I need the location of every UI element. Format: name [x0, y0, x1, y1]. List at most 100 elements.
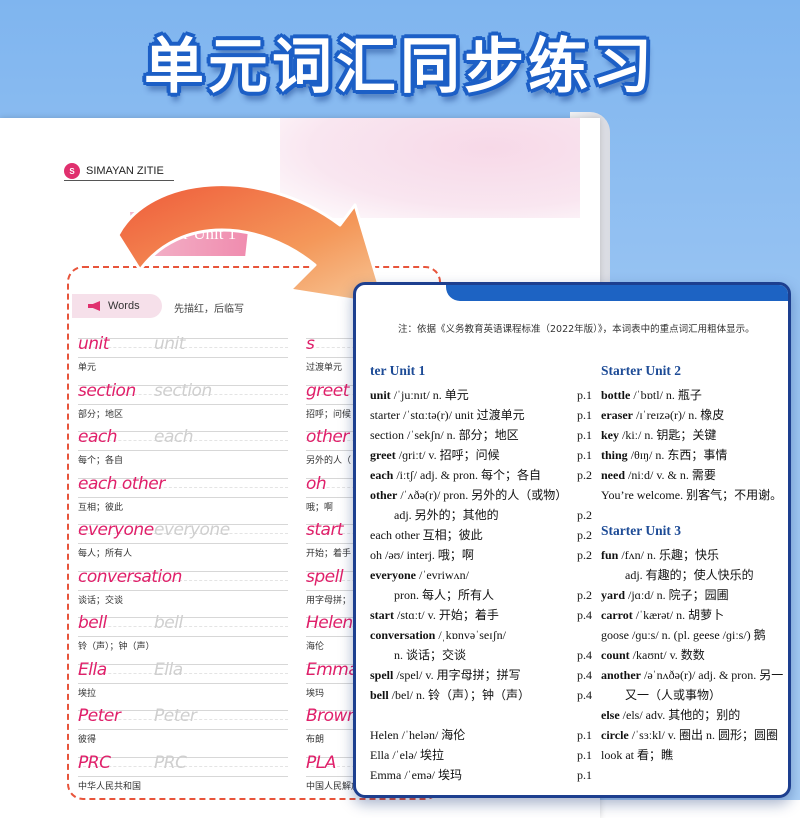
- practice-translation: 招呼；问候: [306, 409, 352, 420]
- vocabulary-card: 注：依据《义务教育英语课程标准（2022年版）》，本词表中的重点词汇用粗体显示。…: [353, 282, 791, 798]
- vocab-definition: /jɑːd/ n. 院子；园圃: [625, 588, 729, 602]
- vocab-entry: bell /bel/ n. 铃（声）；钟（声） p.4: [370, 685, 592, 705]
- trace-word: each: [154, 427, 194, 447]
- vocab-entry: everyone /ˈevriwʌn/: [370, 565, 592, 585]
- practice-row: PLA 中国人民解放军: [306, 753, 376, 799]
- vocab-entry: bottle /ˈbɒtl/ n. 瓶子: [601, 385, 788, 405]
- trace-word: Ella: [154, 659, 183, 680]
- vocab-entry: each /iːtʃ/ adj. & pron. 每个；各自 p.2: [370, 465, 592, 485]
- practice-row: other 另外的人（: [306, 427, 376, 473]
- vocab-entry: each other 互相；彼此 p.2: [370, 525, 592, 545]
- practice-word: Ella: [78, 659, 107, 680]
- practice-translation: 单元: [78, 363, 97, 373]
- vocab-entry: greet /ɡriːt/ v. 招呼；问候 p.1: [370, 445, 592, 465]
- vocab-definition: /bel/ n. 铃（声）；钟（声）: [388, 688, 531, 702]
- vocab-entry: count /kaʊnt/ v. 数数: [601, 645, 788, 665]
- vocab-definition: section /ˈsekʃn/ n. 部分；地区: [370, 428, 519, 442]
- page-ref: p.4: [577, 648, 592, 662]
- vocab-definition: Ella /ˈelə/ 埃拉: [370, 748, 444, 762]
- practice-row: Peter Peter 彼得: [78, 706, 293, 752]
- practice-word: PRC: [78, 752, 111, 773]
- card-note: 注：依据《义务教育英语课程标准（2022年版）》，本词表中的重点词汇用粗体显示。: [398, 324, 755, 335]
- practice-row: section section 部分；地区: [78, 381, 293, 427]
- practice-row: Emma 埃玛: [306, 660, 376, 706]
- practice-row: each each 每个；各自: [78, 427, 293, 473]
- page-ref: p.1: [577, 748, 592, 762]
- vocab-entry: oh /əʊ/ interj. 哦；啊 p.2: [370, 545, 592, 565]
- practice-translation: 布朗: [306, 735, 325, 745]
- vocab-entry: carrot /ˈkærət/ n. 胡萝卜: [601, 605, 788, 625]
- page-ref: p.4: [577, 668, 592, 682]
- page-ref: p.1: [577, 428, 592, 442]
- vocab-headword: circle: [601, 728, 629, 742]
- page-ref: p.1: [577, 448, 592, 462]
- vocab-definition: Emma /ˈemə/ 埃玛: [370, 768, 462, 782]
- vocab-headword: each: [370, 468, 394, 482]
- practice-translation: 埃拉: [78, 688, 97, 699]
- trace-word: everyone: [154, 520, 230, 540]
- practice-word: each other: [78, 473, 165, 494]
- practice-translation: 彼得: [78, 735, 97, 745]
- practice-word: everyone: [78, 520, 154, 540]
- practice-translation: 谈话；交谈: [78, 595, 124, 606]
- vocab-definition: /ˈʌðə(r)/ pron. 另外的人（或物）: [397, 488, 568, 502]
- vocab-headword: greet: [370, 448, 396, 462]
- practice-row: oh 哦；啊: [306, 474, 376, 520]
- vocab-definition: Helen /ˈhelən/ 海伦: [370, 728, 466, 742]
- brand-logo-icon: S: [64, 163, 80, 179]
- page-ref: p.1: [577, 388, 592, 402]
- unit-heading: Starter Unit 2: [601, 363, 681, 378]
- practice-row: everyone everyone 每人；所有人: [78, 520, 293, 566]
- practice-word: start: [306, 520, 344, 540]
- vocab-headword: other: [370, 488, 398, 502]
- vocab-headword: need: [601, 468, 625, 482]
- vocab-definition: /ˈkærət/ n. 胡萝卜: [632, 608, 725, 622]
- page-ref: p.4: [577, 688, 592, 702]
- practice-translation: 另外的人（: [306, 456, 352, 466]
- practice-word: unit: [78, 334, 109, 354]
- vocab-definition: each other 互相；彼此: [370, 528, 483, 542]
- vocab-definition: /ɡriːt/ v. 招呼；问候: [395, 448, 500, 462]
- vocab-entry: another /əˈnʌðə(r)/ adj. & pron. 另一: [601, 665, 788, 685]
- vocab-entry: goose /ɡuːs/ n. (pl. geese /ɡiːs/) 鹅: [601, 625, 788, 645]
- practice-translation: 每人；所有人: [78, 549, 133, 559]
- vocab-definition: You’re welcome. 别客气；不用谢。: [601, 488, 783, 502]
- vocab-headword: bottle: [601, 388, 631, 402]
- vocab-entry: n. 谈话；交谈 p.4: [370, 645, 592, 665]
- practice-translation: 铃（声）；钟（声）: [78, 642, 155, 652]
- vocab-definition: /ˈsɜːkl/ v. 圈出 n. 圆形；圆圈: [628, 728, 779, 742]
- vocab-definition: /ˌkɒnvəˈseɪʃn/: [435, 628, 506, 642]
- vocab-definition: oh /əʊ/ interj. 哦；啊: [370, 548, 474, 562]
- vocab-definition: /niːd/ v. & n. 需要: [625, 468, 716, 482]
- vocab-definition: /ɪˈreɪzə(r)/ n. 橡皮: [632, 408, 725, 422]
- vocab-entry: spell /spel/ v. 用字母拼；拼写 p.4: [370, 665, 592, 685]
- practice-word: section: [78, 380, 136, 401]
- vocab-entry: key /kiː/ n. 钥匙；关键: [601, 425, 788, 445]
- practice-translation: 部分；地区: [78, 409, 124, 420]
- practice-translation: 开始；着手: [306, 549, 352, 559]
- vocab-entry: fun /fʌn/ n. 乐趣；快乐: [601, 545, 788, 565]
- practice-row: spell 用字母拼；: [306, 567, 376, 613]
- page-ref: p.2: [577, 548, 592, 562]
- vocab-entry: other /ˈʌðə(r)/ pron. 另外的人（或物）: [370, 485, 592, 505]
- vocab-headword: conversation: [370, 628, 436, 642]
- vocab-definition: goose /ɡuːs/ n. (pl. geese /ɡiːs/) 鹅: [601, 628, 766, 642]
- practice-translation: 哦；啊: [306, 502, 334, 513]
- page-ref: p.1: [577, 408, 592, 422]
- vocab-entry: circle /ˈsɜːkl/ v. 圈出 n. 圆形；圆圈: [601, 725, 788, 745]
- vocab-entry: look at 看；瞧: [601, 745, 788, 765]
- vocab-definition: /els/ adv. 其他的；别的: [619, 708, 741, 722]
- practice-translation: 每个；各自: [78, 456, 124, 466]
- vocab-entry: else /els/ adv. 其他的；别的: [601, 705, 788, 725]
- vocab-entry: Emma /ˈemə/ 埃玛 p.1: [370, 765, 592, 785]
- practice-word: Peter: [78, 706, 121, 726]
- practice-word: Brown: [306, 706, 358, 726]
- unit-heading: ter Unit 1: [370, 363, 426, 378]
- vocab-definition: /ˈevriwʌn/: [415, 568, 469, 582]
- vocab-entry: You’re welcome. 别客气；不用谢。: [601, 485, 788, 505]
- writing-guide-lines: [78, 617, 288, 637]
- vocab-definition: adj. 另外的；其他的: [394, 508, 499, 522]
- page-ref: p.2: [577, 508, 592, 522]
- vocab-headword: fun: [601, 548, 619, 562]
- practice-translation: 海伦: [306, 642, 325, 652]
